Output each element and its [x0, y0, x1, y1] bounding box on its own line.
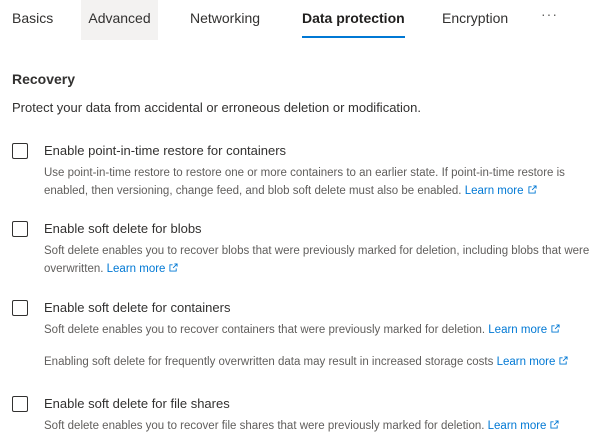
tab-advanced[interactable]: Advanced	[81, 0, 158, 40]
learn-more-text: Learn more	[488, 324, 548, 336]
learn-more-text: Learn more	[106, 263, 166, 275]
soft-delete-file-shares-label: Enable soft delete for file shares	[44, 396, 230, 411]
tab-networking[interactable]: Networking	[190, 0, 260, 40]
soft-delete-containers-help-text: Soft delete enables you to recover conta…	[44, 324, 486, 336]
soft-delete-blobs-label: Enable soft delete for blobs	[44, 221, 202, 236]
external-link-icon	[550, 420, 560, 429]
section-title: Recovery	[12, 71, 76, 87]
point-in-time-restore-label: Enable point-in-time restore for contain…	[44, 143, 287, 158]
soft-delete-file-shares-help: Soft delete enables you to recover file …	[44, 417, 596, 435]
learn-more-text: Learn more	[464, 185, 524, 197]
external-link-icon	[559, 356, 568, 365]
storage-cost-note: Enabling soft delete for frequently over…	[44, 353, 596, 371]
soft-delete-blobs-checkbox[interactable]	[12, 221, 28, 237]
external-link-icon	[169, 263, 179, 272]
point-in-time-restore-help: Use point-in-time restore to restore one…	[44, 164, 596, 200]
soft-delete-file-shares-checkbox[interactable]	[12, 396, 28, 412]
point-in-time-restore-learn-more-link[interactable]: Learn more	[465, 185, 537, 197]
soft-delete-file-shares-learn-more-link[interactable]: Learn more	[488, 420, 560, 432]
tab-data-protection[interactable]: Data protection	[302, 0, 405, 40]
learn-more-text: Learn more	[496, 356, 556, 368]
tab-encryption[interactable]: Encryption	[442, 0, 508, 40]
soft-delete-file-shares-help-text: Soft delete enables you to recover file …	[44, 420, 485, 432]
learn-more-text: Learn more	[487, 420, 547, 432]
soft-delete-containers-label: Enable soft delete for containers	[44, 300, 231, 315]
soft-delete-containers-checkbox[interactable]	[12, 300, 28, 316]
tab-bar: Basics Advanced Networking Data protecti…	[0, 0, 597, 40]
soft-delete-containers-help: Soft delete enables you to recover conta…	[44, 321, 596, 339]
soft-delete-containers-learn-more-link[interactable]: Learn more	[488, 324, 560, 336]
storage-cost-learn-more-link[interactable]: Learn more	[497, 356, 569, 368]
soft-delete-blobs-learn-more-link[interactable]: Learn more	[107, 263, 179, 275]
storage-cost-note-text: Enabling soft delete for frequently over…	[44, 356, 494, 368]
soft-delete-blobs-help: Soft delete enables you to recover blobs…	[44, 242, 596, 278]
more-tabs-icon[interactable]: ···	[541, 0, 558, 36]
section-description: Protect your data from accidental or err…	[12, 100, 421, 115]
external-link-icon	[551, 324, 560, 333]
external-link-icon	[527, 185, 537, 194]
point-in-time-restore-checkbox[interactable]	[12, 143, 28, 159]
tab-basics[interactable]: Basics	[12, 0, 53, 40]
